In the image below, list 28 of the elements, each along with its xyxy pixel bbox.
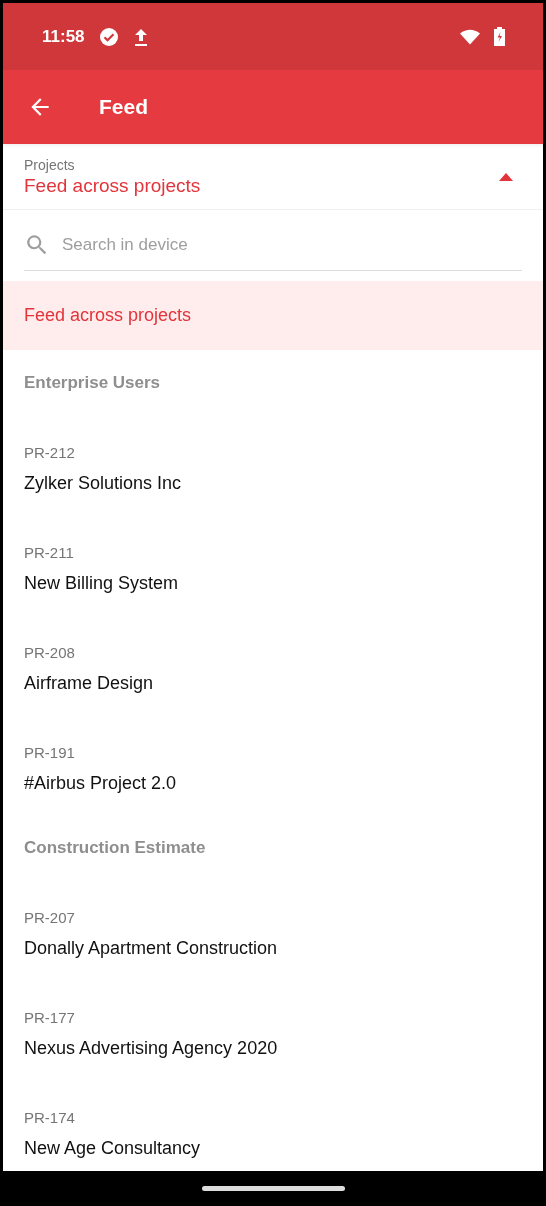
project-name: Nexus Advertising Agency 2020: [24, 1038, 278, 1059]
battery-icon: [494, 27, 505, 46]
search-field[interactable]: Search in device: [60, 234, 522, 256]
project-code: PR-208: [24, 644, 75, 661]
project-dropdown[interactable]: Projects Feed across projects: [3, 144, 543, 210]
project-name: #Airbus Project 2.0: [24, 773, 177, 794]
upload-icon: [132, 26, 149, 47]
project-code: PR-211: [24, 544, 74, 561]
dropdown-value: Feed across projects: [24, 174, 202, 197]
home-handle[interactable]: [201, 1186, 345, 1191]
project-code: PR-207: [24, 909, 75, 926]
group-header: Enterprise Users: [23, 371, 162, 394]
project-code: PR-191: [24, 744, 75, 761]
project-name: New Age Consultancy: [24, 1138, 201, 1159]
wifi-icon: [460, 28, 480, 45]
check-circle-icon: [98, 26, 119, 47]
project-name: Donally Apartment Construction: [24, 938, 278, 959]
dropdown-label: Projects: [24, 156, 76, 173]
project-code: PR-212: [24, 444, 75, 461]
group-header: Construction Estimate: [23, 836, 207, 859]
status-time: 11:58: [42, 26, 85, 47]
list-option[interactable]: Feed across projects: [3, 281, 543, 350]
project-code: PR-177: [24, 1009, 75, 1026]
project-name: Zylker Solutions Inc: [24, 473, 182, 494]
screen-title: Feed: [99, 95, 148, 119]
project-name: New Billing System: [24, 573, 179, 594]
project-name: Airframe Design: [24, 673, 154, 694]
project-code: PR-174: [24, 1109, 75, 1126]
